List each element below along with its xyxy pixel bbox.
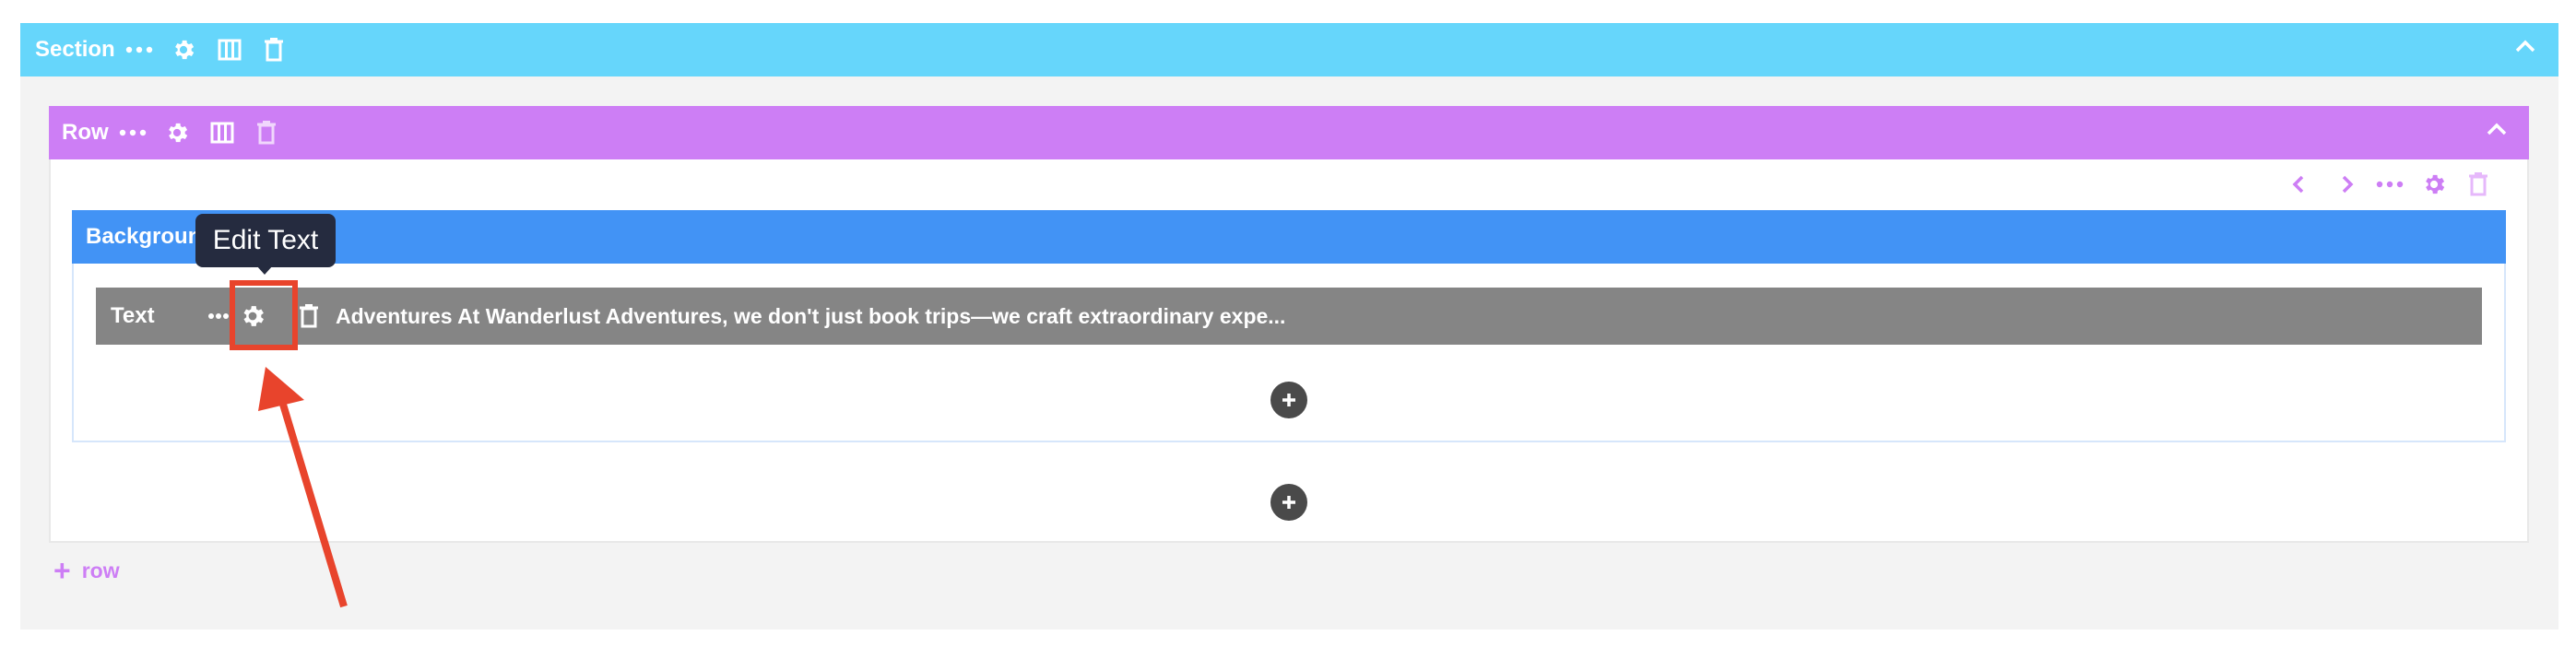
annotation-arrow-icon bbox=[258, 367, 348, 608]
text-module-more-icon[interactable] bbox=[205, 304, 232, 328]
row-more-icon[interactable] bbox=[117, 119, 148, 147]
edit-text-tooltip: Edit Text bbox=[195, 214, 336, 267]
section-more-icon[interactable] bbox=[124, 36, 155, 64]
column-header[interactable]: Background bbox=[72, 210, 2506, 264]
add-row-label: row bbox=[81, 558, 120, 582]
add-row-link[interactable]: + row bbox=[53, 554, 120, 587]
section-columns-icon[interactable] bbox=[213, 33, 246, 66]
section-gear-icon[interactable] bbox=[167, 33, 200, 66]
section-collapse-chevron-up-icon[interactable] bbox=[2510, 32, 2541, 60]
row-collapse-chevron-up-icon[interactable] bbox=[2481, 115, 2512, 143]
add-column-plus-circle-icon[interactable] bbox=[1270, 484, 1307, 521]
section-label: Section bbox=[35, 37, 115, 62]
column-trash-icon[interactable] bbox=[2462, 168, 2495, 201]
row-trash-icon[interactable] bbox=[250, 116, 283, 149]
column-gear-icon[interactable] bbox=[2417, 168, 2451, 201]
section-header[interactable]: Section bbox=[20, 23, 2558, 76]
column-more-icon[interactable] bbox=[2373, 171, 2406, 197]
row-columns-icon[interactable] bbox=[206, 116, 239, 149]
row-label: Row bbox=[62, 120, 109, 145]
row-gear-icon[interactable] bbox=[160, 116, 194, 149]
section-trash-icon[interactable] bbox=[257, 33, 290, 66]
text-module-header[interactable]: Text Adventures At Wanderlust Adventures… bbox=[96, 288, 2482, 345]
text-module-label: Text bbox=[111, 303, 155, 328]
add-row-plus-icon: + bbox=[53, 554, 71, 587]
tooltip-arrow bbox=[256, 265, 273, 275]
text-module-preview: Adventures At Wanderlust Adventures, we … bbox=[336, 304, 1286, 328]
row-header[interactable]: Row bbox=[49, 106, 2529, 159]
column-chevron-right-icon[interactable] bbox=[2332, 170, 2363, 199]
add-module-plus-circle-icon[interactable] bbox=[1270, 382, 1307, 418]
column-chevron-left-icon[interactable] bbox=[2283, 170, 2314, 199]
text-module-trash-icon[interactable] bbox=[297, 301, 321, 331]
gear-highlight-box bbox=[230, 280, 298, 350]
